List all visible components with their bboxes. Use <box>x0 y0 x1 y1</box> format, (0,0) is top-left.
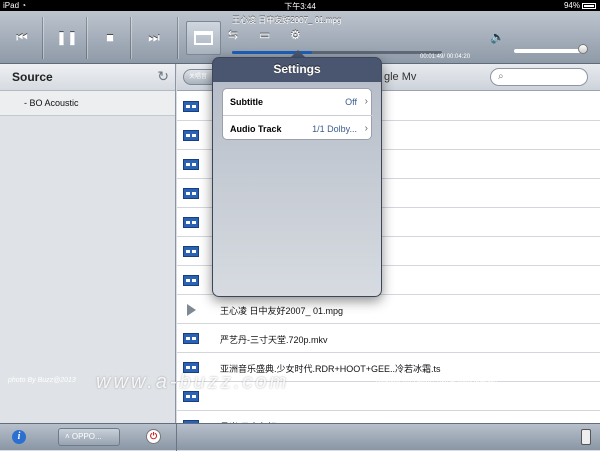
volume-slider[interactable] <box>514 49 584 53</box>
source-header: Source ↻ <box>0 64 175 91</box>
chevron-up-icon: ˄ <box>65 432 70 441</box>
chevron-right-icon: › <box>364 96 368 107</box>
settings-gear-icon[interactable]: ⚙ <box>290 28 301 42</box>
separator <box>176 424 177 451</box>
stop-icon[interactable]: ■ <box>100 28 120 48</box>
file-row[interactable]: 王心凌 日中友好2007_ 01.mpg <box>177 295 600 324</box>
file-label: 王心凌 日中友好2007_ 01.mpg <box>220 306 344 316</box>
device-label: OPPO... <box>71 432 102 441</box>
bottom-toolbar: i ˄ OPPO... ⏻ <box>0 423 600 451</box>
audio-track-setting[interactable]: Audio Track 1/1 Dolby... › <box>223 115 373 141</box>
separator <box>86 17 87 59</box>
separator <box>42 17 43 59</box>
file-label: 严艺丹-三寸天堂.720p.mkv <box>220 335 328 345</box>
play-icon <box>187 304 196 316</box>
battery-status: 94% <box>564 1 596 10</box>
subtitle-setting[interactable]: Subtitle Off › <box>223 89 373 115</box>
pause-icon[interactable]: ❚❚ <box>56 28 78 48</box>
playback-time: 00:01:49/ 00:04:20 <box>420 54 471 60</box>
video-icon <box>183 333 199 344</box>
settings-group: Subtitle Off › Audio Track 1/1 Dolby... … <box>222 88 373 141</box>
power-icon[interactable]: ⏻ <box>146 429 161 444</box>
status-bar: iPad ◔ 下午3:44 94% <box>0 0 600 11</box>
separator <box>177 17 178 59</box>
video-icon <box>183 246 199 257</box>
video-icon <box>183 101 199 112</box>
refresh-icon[interactable]: ↻ <box>157 68 169 85</box>
file-row[interactable]: 月光 日中友好2007_02.mpg <box>177 411 600 423</box>
volume-icon: 🔈 <box>490 30 505 44</box>
device-button[interactable]: ˄ OPPO... <box>58 428 120 446</box>
battery-icon <box>582 3 596 9</box>
source-title: Source <box>12 70 53 84</box>
video-icon <box>183 217 199 228</box>
source-pane: Source ↻ - BO Acoustic photo By Buzz@201… <box>0 64 176 423</box>
video-icon <box>194 31 213 45</box>
now-playing-title: 王心凌 日中友好2007_ 01.mpg <box>232 16 342 25</box>
source-item-label: - BO Acoustic <box>24 98 79 108</box>
source-item[interactable]: - BO Acoustic <box>0 91 175 116</box>
video-icon <box>183 159 199 170</box>
settings-popover: Settings Subtitle Off › Audio Track 1/1 … <box>212 57 382 297</box>
setting-label: Subtitle <box>230 97 263 107</box>
video-icon <box>183 275 199 286</box>
setting-value: Off <box>345 97 357 107</box>
folder-title: gle Mv <box>384 71 417 83</box>
search-icon: ⌕ <box>498 71 504 82</box>
popover-title: Settings <box>273 62 321 76</box>
watermark-site: www.a-buzz.com <box>96 371 290 393</box>
previous-icon[interactable]: ⏮ <box>12 28 32 48</box>
video-icon <box>183 130 199 141</box>
setting-label: Audio Track <box>230 124 282 134</box>
aspect-icon[interactable]: ▭ <box>259 28 270 42</box>
remote-icon[interactable] <box>581 429 591 445</box>
shuffle-icon[interactable]: ⇆ <box>228 28 238 42</box>
watermark-copyright: copyright 2013 a-buzz.com all rights res… <box>376 379 498 385</box>
chevron-right-icon: › <box>364 123 368 134</box>
setting-value: 1/1 Dolby... <box>312 124 357 134</box>
progress-bar[interactable] <box>232 51 442 54</box>
file-row[interactable]: 严艺丹-三寸天堂.720p.mkv <box>177 324 600 353</box>
info-icon[interactable]: i <box>12 430 26 444</box>
next-icon[interactable]: ⏭ <box>144 28 164 48</box>
volume-knob[interactable] <box>578 44 588 54</box>
watermark-photo-by: photo By Buzz@2013 <box>8 377 76 384</box>
video-thumbnail-button[interactable] <box>186 21 221 55</box>
video-icon <box>183 188 199 199</box>
separator <box>130 17 131 59</box>
search-input[interactable]: ⌕ <box>490 68 588 86</box>
